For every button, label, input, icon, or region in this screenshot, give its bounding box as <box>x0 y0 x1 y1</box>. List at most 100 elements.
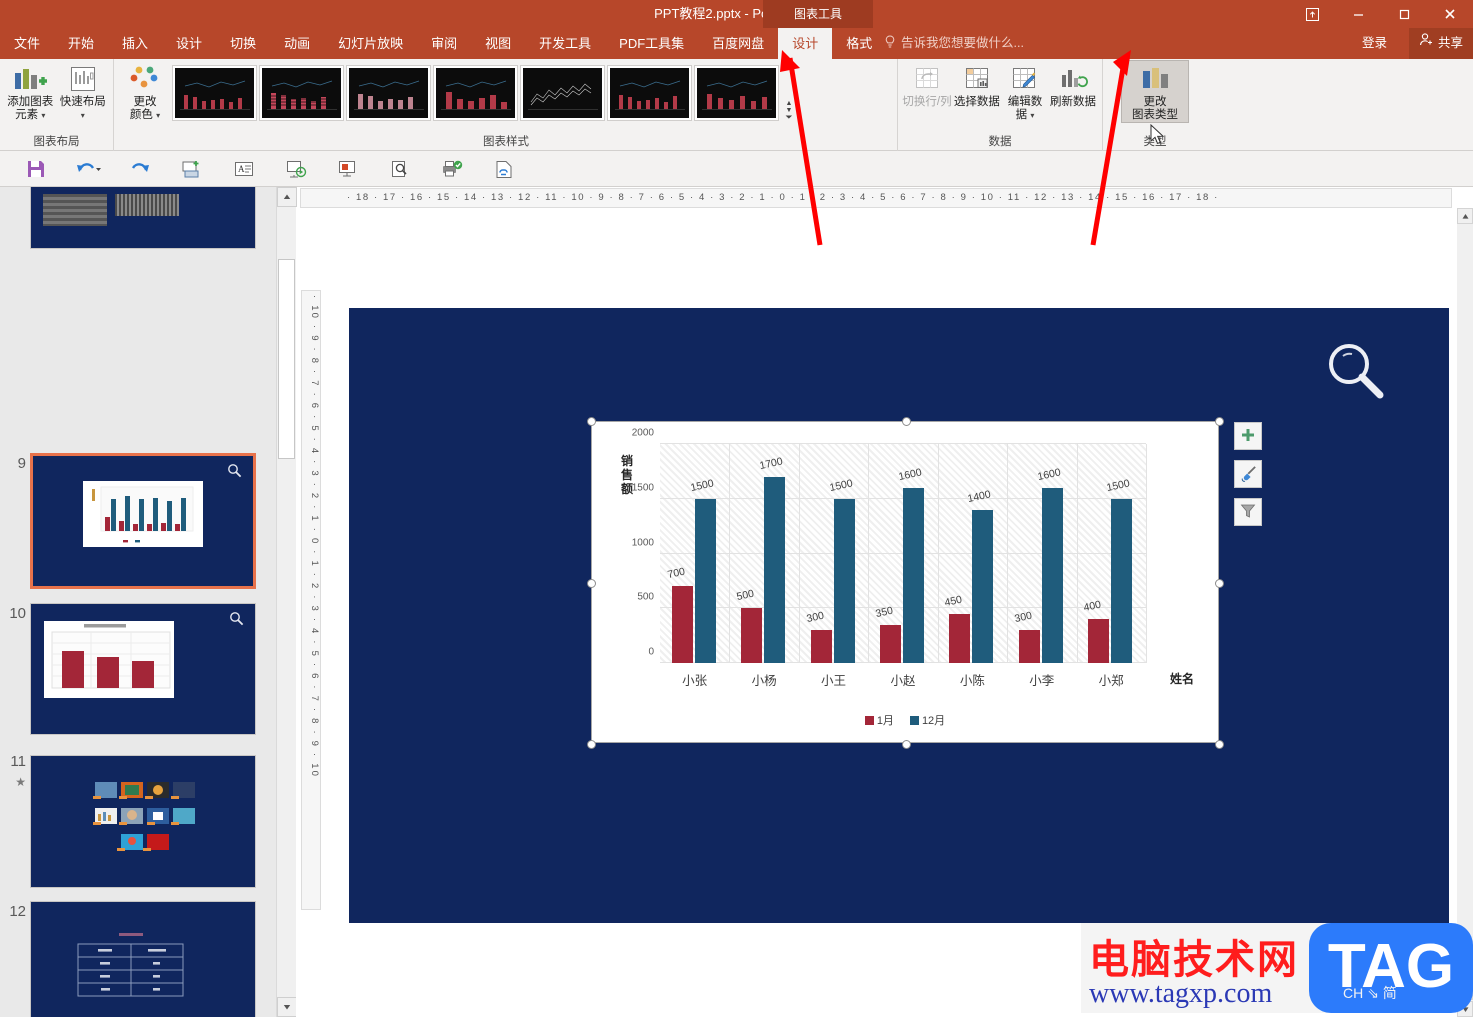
chevron-down-icon[interactable]: ▾ <box>1030 111 1034 120</box>
chevron-down-icon[interactable]: ▾ <box>41 111 45 120</box>
change-colors-button[interactable]: 更改 颜色 ▾ <box>118 61 172 122</box>
slide-thumbnail-pane[interactable]: 9 <box>0 187 296 1017</box>
resize-handle-se[interactable] <box>1215 740 1224 749</box>
text-box-icon[interactable]: A <box>218 153 270 185</box>
chart-bar-1-3[interactable] <box>811 630 832 663</box>
hyperlink-icon[interactable] <box>478 153 530 185</box>
chart-bar-1-1[interactable] <box>672 586 693 663</box>
legend-item-series-2[interactable]: 12月 <box>910 712 945 728</box>
chevron-down-icon[interactable]: ▾ <box>156 111 160 120</box>
tell-me-search[interactable]: 告诉我您想要做什么... <box>884 28 1024 59</box>
change-chart-type-button[interactable]: 更改 图表类型 <box>1122 61 1188 122</box>
chart-style-thumb[interactable] <box>433 65 518 121</box>
chart-bar-2-2[interactable] <box>764 477 785 663</box>
resize-handle-s[interactable] <box>902 740 911 749</box>
chart-style-thumb[interactable] <box>520 65 605 121</box>
edit-data-button[interactable]: 编辑数 据 ▾ <box>1002 61 1048 122</box>
vertical-ruler[interactable]: · 10 · 9 · 8 · 7 · 6 · 5 · 4 · 3 · 2 · 1… <box>301 290 321 910</box>
tab-file[interactable]: 文件 <box>0 28 54 59</box>
new-slide-icon[interactable] <box>166 153 218 185</box>
quick-print-icon[interactable] <box>426 153 478 185</box>
resize-handle-sw[interactable] <box>587 740 596 749</box>
gallery-scroll-up-icon[interactable]: ▲ <box>786 100 793 107</box>
quick-layout-button[interactable]: 快速布局 ▾ <box>57 61 110 122</box>
chevron-down-icon[interactable]: ▾ <box>81 111 85 120</box>
tab-insert[interactable]: 插入 <box>108 28 162 59</box>
chart-bar-2-6[interactable] <box>1042 488 1063 663</box>
thumbnail-pane-scrollbar[interactable] <box>276 187 296 1017</box>
chart-bar-1-2[interactable] <box>741 608 762 663</box>
thumbnail-slide-9[interactable] <box>30 453 256 589</box>
scroll-down-icon[interactable] <box>277 997 297 1017</box>
refresh-data-button[interactable]: 刷新数据 <box>1048 61 1098 109</box>
ribbon-display-options-icon[interactable] <box>1289 0 1335 28</box>
chart-filters-button[interactable] <box>1234 498 1262 526</box>
scroll-up-icon[interactable] <box>277 187 297 207</box>
tab-baidu-netdisk[interactable]: 百度网盘 <box>698 28 778 59</box>
chart-bar-2-1[interactable] <box>695 499 716 663</box>
chart-bar-1-4[interactable] <box>880 625 901 663</box>
chart-elements-button[interactable] <box>1234 422 1262 450</box>
editor-vertical-scrollbar[interactable] <box>1457 208 1473 1017</box>
resize-handle-nw[interactable] <box>587 417 596 426</box>
chart-style-thumb[interactable] <box>172 65 257 121</box>
share-button[interactable]: 共享 <box>1409 28 1473 59</box>
thumbnail-slide-11[interactable] <box>30 755 256 888</box>
legend-label-series-2: 12月 <box>922 715 945 727</box>
minimize-icon[interactable] <box>1335 0 1381 28</box>
chart-style-thumb[interactable] <box>259 65 344 121</box>
scrollbar-thumb[interactable] <box>278 259 295 459</box>
tab-home[interactable]: 开始 <box>54 28 108 59</box>
gallery-scroll-controls[interactable]: ▲ ▼ ⏷ <box>781 65 797 121</box>
start-slideshow-icon[interactable] <box>270 153 322 185</box>
undo-icon[interactable] <box>62 153 114 185</box>
thumbnail-slide-10[interactable] <box>30 603 256 735</box>
chart-bar-2-4[interactable] <box>903 488 924 663</box>
resize-handle-n[interactable] <box>902 417 911 426</box>
gallery-more-icon[interactable]: ⏷ <box>785 114 792 121</box>
chart-legend[interactable]: 1月 12月 <box>592 712 1218 728</box>
switch-row-column-button[interactable]: 切换行/列 <box>902 61 952 109</box>
print-preview-icon[interactable] <box>374 153 426 185</box>
from-current-slide-icon[interactable] <box>322 153 374 185</box>
legend-item-series-1[interactable]: 1月 <box>865 712 894 728</box>
chart-bar-1-6[interactable] <box>1019 630 1040 663</box>
chart-styles-button[interactable] <box>1234 460 1262 488</box>
add-chart-element-button[interactable]: 添加图表 元素 ▾ <box>4 61 57 122</box>
tab-view[interactable]: 视图 <box>471 28 525 59</box>
horizontal-ruler[interactable]: · 18 · 17 · 16 · 15 · 14 · 13 · 12 · 11 … <box>300 188 1452 208</box>
thumbnail-slide-8[interactable] <box>30 187 256 249</box>
chart-object[interactable]: 销售额 0 500 1000 1500 2000 700150050017003… <box>591 421 1219 743</box>
tab-transitions[interactable]: 切换 <box>216 28 270 59</box>
resize-handle-e[interactable] <box>1215 579 1224 588</box>
chart-plot-area[interactable]: 0 500 1000 1500 2000 7001500500170030015… <box>660 444 1146 663</box>
chart-quick-tools[interactable] <box>1234 422 1262 536</box>
editor-scroll-up-icon[interactable] <box>1457 208 1473 224</box>
save-icon[interactable] <box>10 153 62 185</box>
chart-style-thumb[interactable] <box>346 65 431 121</box>
thumbnail-slide-12[interactable] <box>30 901 256 1017</box>
restore-icon[interactable] <box>1381 0 1427 28</box>
select-data-button[interactable]: 选择数据 <box>952 61 1002 109</box>
chart-style-thumb[interactable] <box>694 65 779 121</box>
chart-style-thumb[interactable] <box>607 65 692 121</box>
tab-design[interactable]: 设计 <box>162 28 216 59</box>
resize-handle-ne[interactable] <box>1215 417 1224 426</box>
sign-in-link[interactable]: 登录 <box>1362 28 1387 59</box>
chart-bar-1-7[interactable] <box>1088 619 1109 663</box>
resize-handle-w[interactable] <box>587 579 596 588</box>
chart-bar-1-5[interactable] <box>949 614 970 663</box>
tab-pdf-tools[interactable]: PDF工具集 <box>605 28 698 59</box>
chart-data-label-1-2: 500 <box>736 588 756 603</box>
tab-developer[interactable]: 开发工具 <box>525 28 605 59</box>
redo-icon[interactable] <box>114 153 166 185</box>
chart-bar-2-7[interactable] <box>1111 499 1132 663</box>
tab-review[interactable]: 审阅 <box>417 28 471 59</box>
tab-animations[interactable]: 动画 <box>270 28 324 59</box>
close-icon[interactable] <box>1427 0 1473 28</box>
tab-slideshow[interactable]: 幻灯片放映 <box>324 28 417 59</box>
tab-chart-format[interactable]: 格式 <box>832 28 886 59</box>
chart-bar-2-5[interactable] <box>972 510 993 663</box>
chart-bar-2-3[interactable] <box>834 499 855 663</box>
tab-chart-design[interactable]: 设计 <box>778 28 832 59</box>
